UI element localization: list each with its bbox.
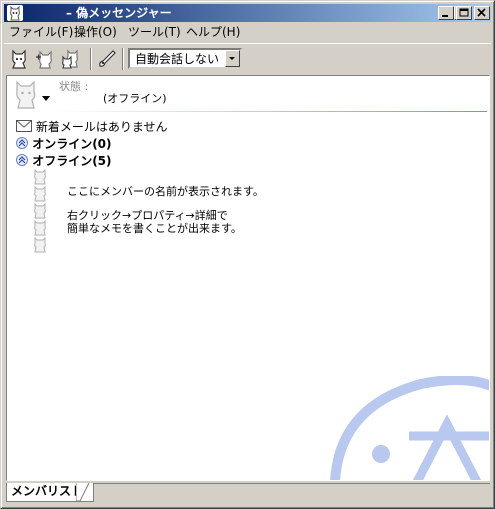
window-title: – 偽メッセンジャー xyxy=(66,6,172,20)
hint-line-3: 簡単なメモを書くことが出来ます。 xyxy=(67,222,242,235)
mail-notice-text: 新着メールはありません xyxy=(35,120,168,134)
close-button[interactable] xyxy=(474,6,490,20)
maximize-button[interactable] xyxy=(456,6,472,20)
mail-notice[interactable]: 新着メールはありません xyxy=(16,119,167,135)
auto-chat-select-value: 自動会話しない xyxy=(135,52,220,66)
tab-strip: メンバリスト xyxy=(4,483,491,505)
status-dropdown-icon[interactable] xyxy=(42,96,50,101)
app-window: – 偽メッセンジャー ファイル(F) 操作(O) ツール(T) ヘルプ(H) 自… xyxy=(0,0,495,509)
menu-help[interactable]: ヘルプ(H) xyxy=(186,25,240,40)
chevron-down-icon[interactable] xyxy=(225,50,240,67)
group-online-label: オンライン(0) xyxy=(32,137,112,151)
group-offline[interactable]: オフライン(5) xyxy=(16,153,112,169)
status-area: 状態 : (オフライン) xyxy=(7,76,489,112)
collapse-icon xyxy=(16,137,28,149)
group-online[interactable]: オンライン(0) xyxy=(16,136,112,152)
offline-buddy-icon[interactable] xyxy=(33,236,47,256)
status-label: 状態 : xyxy=(59,80,89,93)
user-avatar-icon[interactable] xyxy=(13,80,39,113)
status-divider xyxy=(55,111,487,112)
guitar-icon[interactable] xyxy=(96,48,118,70)
title-bar[interactable]: – 偽メッセンジャー xyxy=(4,4,491,22)
group-offline-label: オフライン(5) xyxy=(32,154,112,168)
menu-tools[interactable]: ツール(T) xyxy=(128,25,181,40)
buddy-group-icon[interactable] xyxy=(60,48,82,70)
tab-baseline xyxy=(88,483,490,484)
menu-bar: ファイル(F) 操作(O) ツール(T) ヘルプ(H) xyxy=(4,23,491,42)
toolbar-separator xyxy=(90,48,92,70)
auto-chat-select[interactable]: 自動会話しない xyxy=(128,48,242,69)
menu-file[interactable]: ファイル(F) xyxy=(9,25,73,40)
member-list-panel: 状態 : (オフライン) 新着メールはありません オンライン(0) オフライン( xyxy=(6,75,490,481)
minimize-button-left[interactable] xyxy=(438,6,454,20)
tab-edge xyxy=(76,483,90,502)
buddy-icon[interactable] xyxy=(8,48,30,70)
add-buddy-icon[interactable] xyxy=(34,48,56,70)
status-value[interactable]: (オフライン) xyxy=(103,92,167,106)
app-icon xyxy=(7,5,23,21)
hint-line-2: 右クリック→プロパティ→詳細で xyxy=(67,209,228,222)
mail-icon xyxy=(16,120,32,132)
collapse-icon xyxy=(16,154,28,166)
toolbar: 自動会話しない xyxy=(4,43,491,74)
hint-line-1: ここにメンバーの名前が表示されます。 xyxy=(67,185,264,198)
menu-operation[interactable]: 操作(O) xyxy=(74,25,117,40)
toolbar-separator-2 xyxy=(122,48,124,70)
watermark-face-icon xyxy=(329,375,489,480)
